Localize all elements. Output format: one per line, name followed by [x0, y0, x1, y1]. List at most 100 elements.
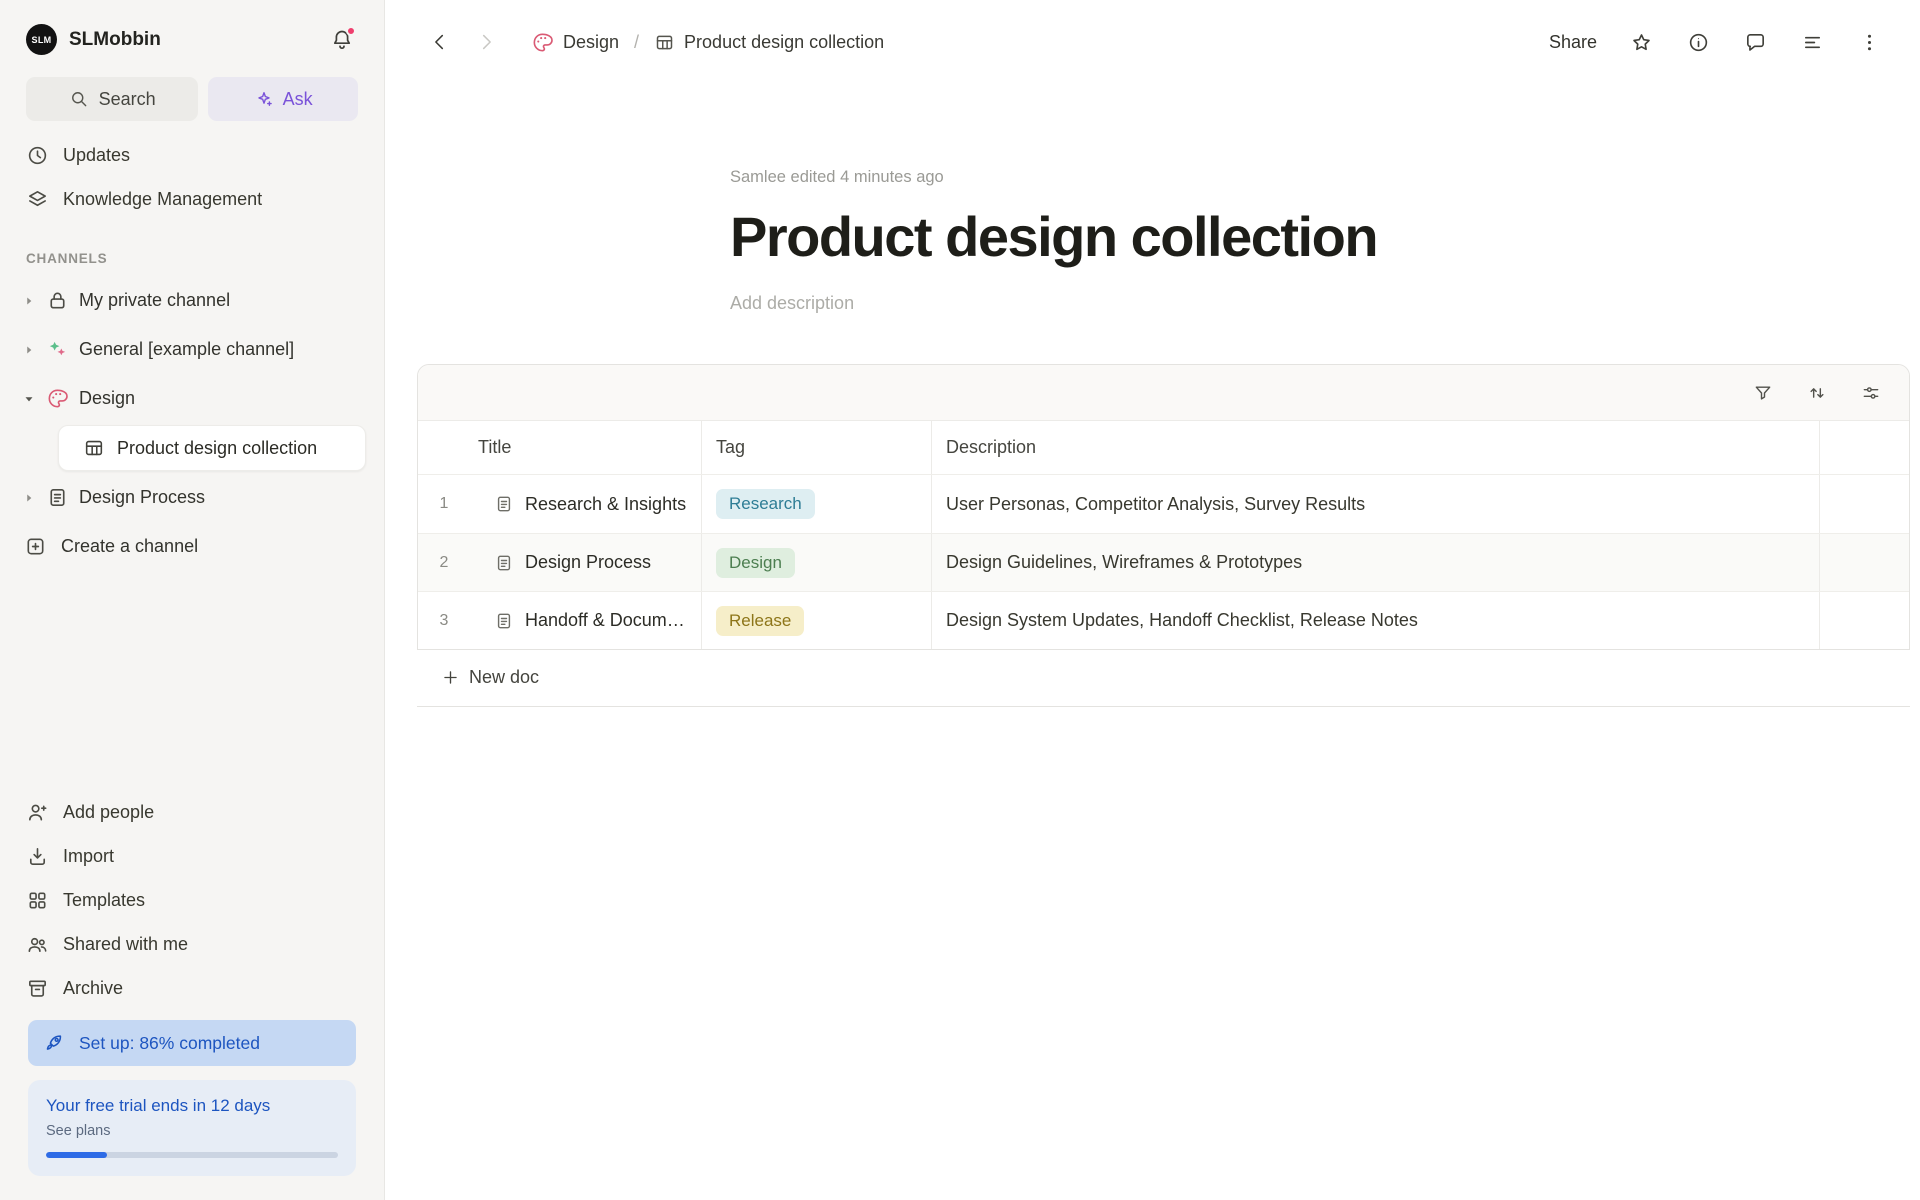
column-header-description[interactable]: Description — [931, 421, 1819, 474]
row-index: 2 — [418, 554, 470, 572]
tag-badge: Design — [716, 548, 795, 578]
back-button[interactable] — [425, 27, 455, 57]
tag-cell[interactable]: Research — [701, 475, 931, 533]
topbar-right: Share — [1549, 29, 1882, 55]
tag-cell[interactable]: Design — [701, 534, 931, 591]
sidebar-item-shared-with-me[interactable]: Shared with me — [0, 922, 384, 966]
notifications-button[interactable] — [328, 26, 356, 54]
notification-dot — [346, 26, 356, 36]
tag-badge: Release — [716, 606, 804, 636]
page-title[interactable]: Product design collection — [730, 204, 1920, 269]
share-button[interactable]: Share — [1549, 32, 1597, 53]
sidebar-item-add-people[interactable]: Add people — [0, 790, 384, 834]
sidebar-item-import[interactable]: Import — [0, 834, 384, 878]
channel-label: Design Process — [79, 487, 205, 508]
sidebar: SLM SLMobbin Search — [0, 0, 385, 1200]
row-description: Design System Updates, Handoff Checklist… — [946, 610, 1430, 631]
sidebar-channel-design-process[interactable]: Design Process — [0, 473, 384, 522]
setup-progress-banner[interactable]: Set up: 86% completed — [28, 1020, 356, 1066]
setup-progress-label: Set up: 86% completed — [79, 1033, 260, 1054]
sidebar-item-updates[interactable]: Updates — [0, 133, 384, 177]
sidebar-channel-private[interactable]: My private channel — [0, 276, 384, 325]
breadcrumb-channel[interactable]: Design — [531, 31, 619, 54]
document-header: Samlee edited 4 minutes ago Product desi… — [730, 168, 1920, 314]
search-button[interactable]: Search — [26, 77, 198, 121]
table-row[interactable]: 1 Research & Insights Research User Pers… — [418, 475, 1909, 533]
column-header-empty[interactable] — [1819, 421, 1909, 474]
info-icon — [1687, 31, 1710, 54]
chevron-left-icon — [429, 31, 451, 53]
column-header-tag[interactable]: Tag — [701, 421, 931, 474]
table-row[interactable]: 3 Handoff & Docume… Release Design Syste… — [418, 591, 1909, 649]
document-icon — [494, 553, 514, 573]
sidebar-channel-general[interactable]: General [example channel] — [0, 325, 384, 374]
ask-button[interactable]: Ask — [208, 77, 358, 121]
trial-progress-fill — [46, 1152, 107, 1158]
view-settings-button[interactable] — [1859, 381, 1883, 405]
confetti-icon — [46, 338, 69, 361]
empty-cell — [1819, 475, 1909, 533]
forward-button[interactable] — [471, 27, 501, 57]
rocket-icon — [44, 1032, 66, 1054]
chevron-down-icon[interactable] — [22, 392, 36, 406]
grid-icon — [26, 889, 49, 912]
description-placeholder[interactable]: Add description — [730, 293, 1920, 314]
sidebar-item-label: Product design collection — [117, 438, 317, 459]
favorite-button[interactable] — [1628, 29, 1654, 55]
create-channel-button[interactable]: Create a channel — [0, 522, 384, 571]
breadcrumb: Design / Product design collection — [531, 31, 884, 54]
sidebar-item-label: Archive — [63, 978, 123, 999]
document-area: Samlee edited 4 minutes ago Product desi… — [385, 84, 1920, 1200]
new-doc-button[interactable]: New doc — [417, 650, 1910, 707]
sort-button[interactable] — [1805, 381, 1829, 405]
sidebar-item-label: Updates — [63, 145, 130, 166]
sparkle-icon — [254, 89, 274, 109]
sidebar-item-knowledge-management[interactable]: Knowledge Management — [0, 177, 384, 221]
table-header-row: Title Tag Description — [418, 421, 1909, 475]
breadcrumb-page[interactable]: Product design collection — [654, 32, 884, 53]
archive-icon — [26, 977, 49, 1000]
kebab-menu-icon — [1858, 31, 1881, 54]
empty-cell — [1819, 534, 1909, 591]
last-edited-info: Samlee edited 4 minutes ago — [730, 168, 1920, 187]
workspace-switcher[interactable]: SLM SLMobbin — [26, 24, 161, 55]
sidebar-item-label: Knowledge Management — [63, 189, 262, 210]
more-options-button[interactable] — [1856, 29, 1882, 55]
title-cell[interactable]: 1 Research & Insights — [418, 475, 701, 533]
chevron-right-icon — [475, 31, 497, 53]
comments-button[interactable] — [1742, 29, 1768, 55]
plus-icon — [441, 668, 460, 687]
description-cell[interactable]: Design System Updates, Handoff Checklist… — [931, 592, 1819, 649]
tag-cell[interactable]: Release — [701, 592, 931, 649]
trial-title: Your free trial ends in 12 days — [46, 1096, 338, 1116]
title-cell[interactable]: 3 Handoff & Docume… — [418, 592, 701, 649]
palette-icon — [531, 31, 554, 54]
sidebar-item-label: Templates — [63, 890, 145, 911]
table-row[interactable]: 2 Design Process Design Design Guideline… — [418, 533, 1909, 591]
sidebar-channel-design[interactable]: Design — [0, 374, 384, 423]
search-ask-row: Search Ask — [0, 69, 384, 133]
trial-card[interactable]: Your free trial ends in 12 days See plan… — [28, 1080, 356, 1176]
description-cell[interactable]: User Personas, Competitor Analysis, Surv… — [931, 475, 1819, 533]
sidebar-spacer — [0, 571, 384, 790]
sidebar-item-templates[interactable]: Templates — [0, 878, 384, 922]
app-window: SLM SLMobbin Search — [0, 0, 1920, 1200]
person-plus-icon — [26, 801, 49, 824]
see-plans-link[interactable]: See plans — [46, 1123, 338, 1139]
sidebar-item-product-design-collection[interactable]: Product design collection — [58, 425, 366, 471]
sidebar-item-archive[interactable]: Archive — [0, 966, 384, 1010]
chevron-right-icon[interactable] — [22, 491, 36, 505]
description-cell[interactable]: Design Guidelines, Wireframes & Prototyp… — [931, 534, 1819, 591]
column-header-title[interactable]: Title — [418, 421, 701, 474]
title-cell[interactable]: 2 Design Process — [418, 534, 701, 591]
outline-button[interactable] — [1799, 29, 1825, 55]
channel-label: General [example channel] — [79, 339, 294, 360]
collection-table: Title Tag Description 1 Research & Insig… — [417, 364, 1910, 707]
chevron-right-icon[interactable] — [22, 294, 36, 308]
workspace-row: SLM SLMobbin — [0, 0, 384, 69]
filter-button[interactable] — [1751, 381, 1775, 405]
lock-icon — [46, 289, 69, 312]
sidebar-item-label: Shared with me — [63, 934, 188, 955]
chevron-right-icon[interactable] — [22, 343, 36, 357]
info-button[interactable] — [1685, 29, 1711, 55]
